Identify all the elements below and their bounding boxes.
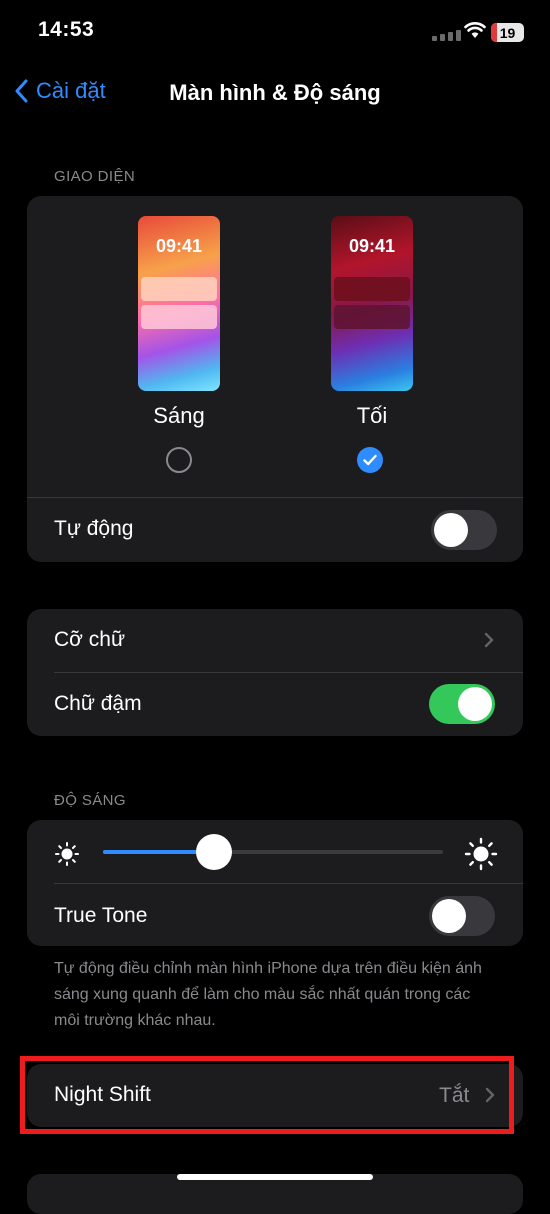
battery-level: 19	[499, 24, 516, 41]
home-indicator	[177, 1174, 373, 1180]
preview-clock: 09:41	[155, 236, 203, 256]
sun-large-icon	[464, 837, 498, 871]
true-tone-label: True Tone	[54, 904, 148, 927]
status-time: 14:53	[38, 18, 95, 41]
highlight-box	[20, 1056, 514, 1134]
bold-text-toggle[interactable]	[429, 684, 495, 724]
auto-appearance-toggle[interactable]	[431, 510, 497, 550]
battery-icon: 19	[491, 23, 524, 42]
light-theme-radio[interactable]	[166, 447, 192, 473]
text-size-row[interactable]: Cỡ chữ	[27, 609, 523, 672]
appearance-header: GIAO DIỆN	[54, 168, 136, 185]
text-settings-card: Cỡ chữ Chữ đậm	[27, 609, 523, 736]
dark-theme-label[interactable]: Tối	[312, 403, 432, 429]
brightness-slider-thumb[interactable]	[196, 834, 232, 870]
true-tone-toggle[interactable]	[429, 896, 495, 936]
preview-clock: 09:41	[348, 236, 396, 256]
appearance-card: 09:41 09:41 Sáng Tối Tự động	[27, 196, 523, 562]
checkmark-icon	[363, 454, 377, 466]
bold-text-label: Chữ đậm	[54, 692, 142, 715]
text-size-label: Cỡ chữ	[54, 628, 126, 651]
page-title: Màn hình & Độ sáng	[169, 80, 381, 105]
sun-small-icon	[55, 842, 79, 866]
auto-appearance-label: Tự động	[54, 517, 134, 540]
dark-theme-radio[interactable]	[357, 447, 383, 473]
light-theme-preview[interactable]: 09:41	[138, 216, 220, 391]
dark-theme-preview[interactable]: 09:41	[331, 216, 413, 391]
light-theme-label[interactable]: Sáng	[119, 403, 239, 429]
next-settings-card	[27, 1174, 523, 1214]
true-tone-footnote: Tự động điều chỉnh màn hình iPhone dựa t…	[54, 960, 482, 1029]
brightness-card: True Tone	[27, 820, 523, 946]
cellular-signal-icon	[432, 30, 461, 41]
chevron-right-icon	[484, 632, 494, 648]
wifi-icon	[464, 22, 486, 38]
brightness-header: ĐỘ SÁNG	[54, 792, 126, 809]
